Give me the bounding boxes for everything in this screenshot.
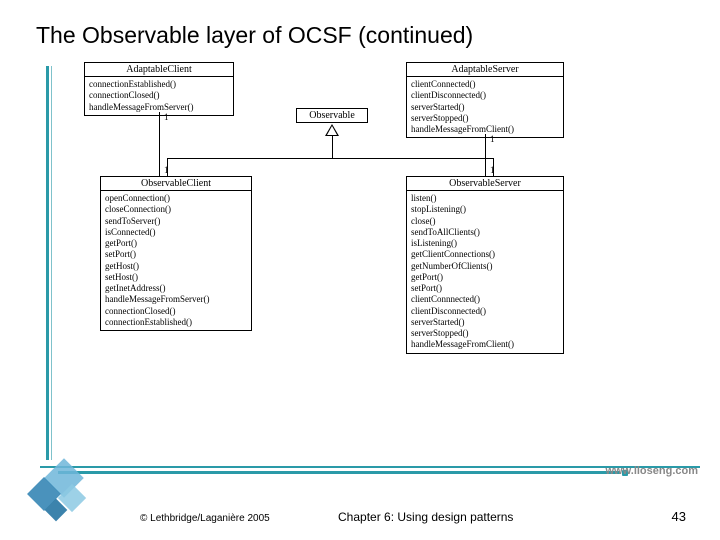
class-adaptable-server: AdaptableServer clientConnected() client…	[406, 62, 564, 138]
class-observable-client: ObservableClient openConnection() closeC…	[100, 176, 252, 331]
copyright-text: © Lethbridge/Laganière 2005	[140, 513, 270, 524]
class-methods: connectionEstablished() connectionClosed…	[85, 77, 233, 115]
page-number: 43	[672, 509, 686, 524]
footer-url: www.lloseng.com	[606, 465, 699, 477]
class-adaptable-client: AdaptableClient connectionEstablished() …	[84, 62, 234, 116]
multiplicity: 1	[164, 112, 169, 122]
footer: © Lethbridge/Laganière 2005 Chapter 6: U…	[0, 504, 720, 524]
class-name: ObservableClient	[101, 177, 251, 191]
connector	[332, 136, 333, 158]
chapter-text: Chapter 6: Using design patterns	[338, 510, 513, 524]
multiplicity: 1	[164, 165, 169, 175]
connector	[167, 158, 493, 159]
rule-line-thick	[58, 471, 620, 474]
rule-line	[40, 466, 700, 468]
class-observable-server: ObservableServer listen() stopListening(…	[406, 176, 564, 354]
class-name: ObservableServer	[407, 177, 563, 191]
class-methods: openConnection() closeConnection() sendT…	[101, 191, 251, 330]
accent-bar	[46, 66, 49, 460]
accent-bar-thin	[51, 66, 52, 460]
multiplicity: 1	[490, 134, 495, 144]
slide: The Observable layer of OCSF (continued)…	[0, 0, 720, 540]
page-title: The Observable layer of OCSF (continued)	[36, 22, 473, 49]
connector	[485, 134, 486, 176]
class-methods: clientConnected() clientDisconnected() s…	[407, 77, 563, 137]
connector	[159, 112, 160, 176]
class-name: Observable	[297, 109, 367, 122]
class-methods: listen() stopListening() close() sendToA…	[407, 191, 563, 353]
class-observable: Observable	[296, 108, 368, 123]
uml-diagram: AdaptableClient connectionEstablished() …	[70, 62, 660, 466]
class-name: AdaptableServer	[407, 63, 563, 77]
multiplicity: 1	[490, 165, 495, 175]
inheritance-arrow-icon	[325, 124, 339, 136]
class-name: AdaptableClient	[85, 63, 233, 77]
